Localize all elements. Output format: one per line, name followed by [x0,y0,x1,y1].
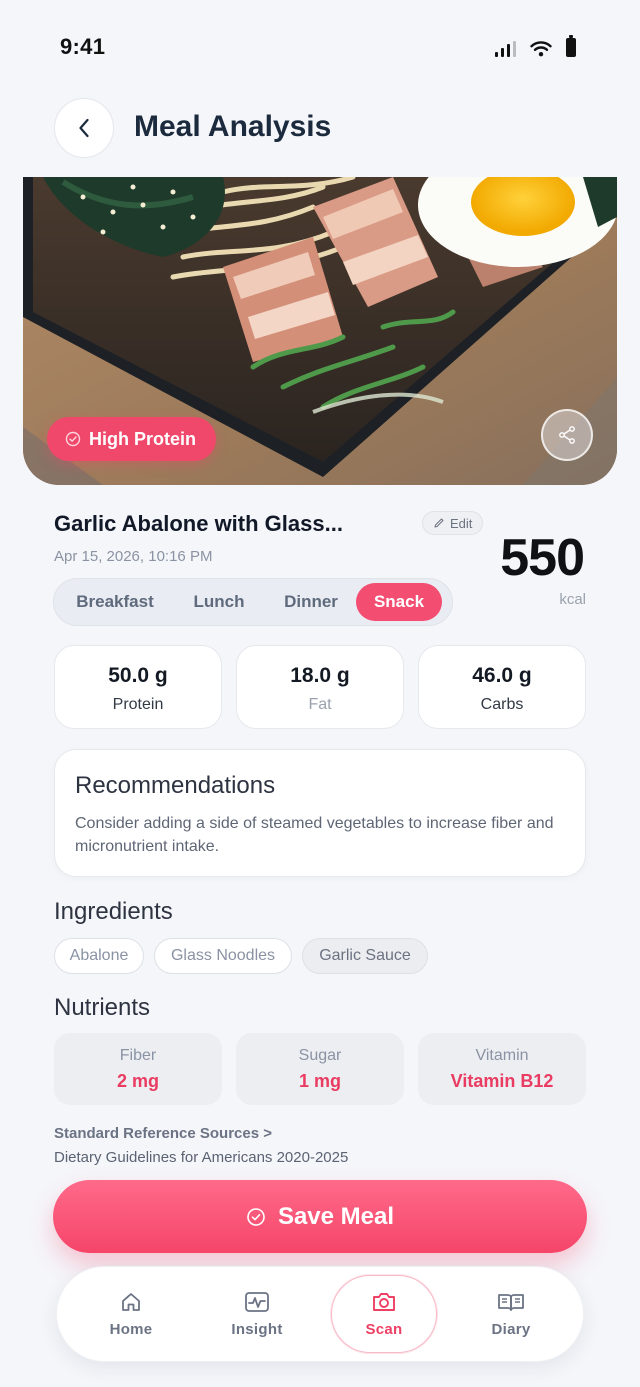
check-circle-icon [247,1207,265,1226]
meal-tab-snack[interactable]: Snack [356,583,442,621]
nutrient-card-vitamin: Vitamin Vitamin B12 [418,1033,586,1105]
edit-button[interactable]: Edit [422,511,484,535]
macro-label: Fat [308,696,332,713]
ingredient-chip[interactable]: Glass Noodles [154,938,292,974]
page-title: Meal Analysis [134,110,332,143]
nutrients-title: Nutrients [54,994,151,1021]
nav-label: Insight [231,1320,283,1338]
status-time: 9:41 [60,34,106,59]
nutrient-value: 2 mg [116,1071,159,1091]
macro-card-protein: 50.0 g Protein [54,645,222,729]
macro-value: 18.0 g [290,664,350,687]
recommendations-card: Recommendations Consider adding a side o… [54,749,586,877]
nav-home[interactable]: Home [78,1275,184,1353]
nutrient-label: Sugar [298,1047,342,1064]
recommendations-title: Recommendations [75,772,276,799]
meal-date: Apr 15, 2026, 10:16 PM [54,548,213,565]
meal-tab-breakfast[interactable]: Breakfast [58,583,172,621]
share-button[interactable] [541,409,593,461]
nav-label: Diary [491,1320,531,1338]
save-meal-button[interactable]: Save Meal [53,1180,587,1253]
nutrient-card-sugar: Sugar 1 mg [236,1033,404,1105]
macro-label: Carbs [480,696,524,713]
camera-icon [373,1292,395,1311]
macro-label: Protein [112,696,164,713]
pencil-icon [434,518,444,528]
nav-scan[interactable]: Scan [331,1275,437,1353]
macro-card-fat: 18.0 g Fat [236,645,404,729]
status-bar: 9:41 [0,0,640,96]
share-icon [559,426,575,444]
battery-icon [566,35,576,57]
book-icon [498,1293,524,1311]
nutrient-label: Fiber [119,1047,157,1064]
nav-label: Home [109,1320,153,1338]
nav-label: Scan [365,1320,403,1338]
ingredient-chip[interactable]: Abalone [54,938,144,974]
meal-tab-dinner[interactable]: Dinner [266,583,356,621]
bottom-nav: Home Insight Scan Diary [56,1266,584,1362]
nutrient-card-fiber: Fiber 2 mg [54,1033,222,1105]
wifi-icon [530,41,552,57]
recommendations-text: Consider adding a side of steamed vegeta… [75,815,554,855]
nav-insight[interactable]: Insight [204,1275,310,1353]
meal-name: Garlic Abalone with Glass... [54,511,343,536]
reference-sources-link[interactable]: Standard Reference Sources > [54,1125,272,1142]
home-icon [122,1292,140,1311]
high-protein-label: High Protein [89,428,196,449]
status-icons [495,35,576,57]
save-meal-label: Save Meal [277,1202,395,1230]
nutrient-value: 1 mg [298,1071,341,1091]
calorie-value: 550 [500,529,585,587]
chevron-left-icon [79,118,89,138]
ingredient-chip[interactable]: Garlic Sauce [302,938,428,974]
meal-type-selector: Breakfast Lunch Dinner Snack [53,578,453,626]
back-button[interactable] [54,98,114,158]
meal-tab-lunch[interactable]: Lunch [172,583,266,621]
high-protein-badge: High Protein [47,417,216,461]
edit-label: Edit [450,515,473,531]
signal-icon [495,41,516,57]
calorie-unit: kcal [559,591,586,608]
reference-source-text: Dietary Guidelines for Americans 2020-20… [54,1149,349,1166]
insight-icon [245,1291,269,1312]
macro-value: 50.0 g [108,664,168,687]
macro-value: 46.0 g [472,664,532,687]
meal-photo: High Protein [23,177,617,485]
nutrient-value: Vitamin B12 [450,1071,554,1091]
ingredients-title: Ingredients [54,898,173,925]
nutrient-label: Vitamin [475,1047,529,1064]
check-circle-icon [65,431,81,447]
nav-diary[interactable]: Diary [458,1275,564,1353]
macro-card-carbs: 46.0 g Carbs [418,645,586,729]
